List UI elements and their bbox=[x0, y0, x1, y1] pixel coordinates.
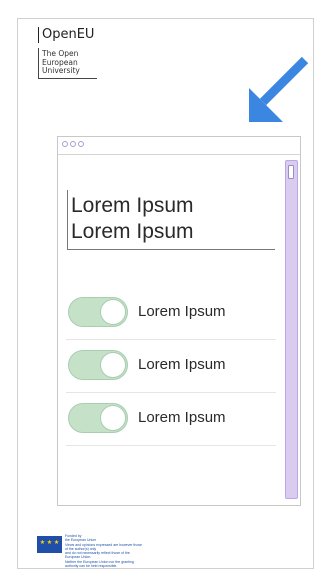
logo-name: OpenEU bbox=[38, 27, 97, 43]
toggle-knob bbox=[100, 405, 126, 431]
toggle-row: Lorem Ipsum bbox=[66, 398, 276, 446]
scrollbar[interactable] bbox=[285, 160, 298, 499]
logo-subtitle-line: University bbox=[42, 66, 80, 75]
funding-line: Neither the European Union nor the grant… bbox=[65, 559, 134, 569]
heading-box: Lorem Ipsum Lorem Ipsum bbox=[67, 190, 275, 250]
toggle-row: Lorem Ipsum bbox=[66, 292, 276, 340]
window-dot-icon[interactable] bbox=[78, 141, 84, 147]
funding-text: Funded by the European Union Views and o… bbox=[65, 534, 145, 568]
toggle-row: Lorem Ipsum bbox=[66, 345, 276, 393]
toggle-knob bbox=[100, 299, 126, 325]
toggle-switch[interactable] bbox=[68, 297, 128, 327]
scrollbar-thumb[interactable] bbox=[288, 165, 294, 179]
funding-line: and do not necessarily reflect those of … bbox=[65, 551, 130, 560]
toggle-label: Lorem Ipsum bbox=[138, 356, 226, 373]
toggle-label: Lorem Ipsum bbox=[138, 303, 226, 320]
heading-line: Lorem Ipsum bbox=[71, 194, 194, 217]
eu-flag-icon: ★ ★ ★ bbox=[37, 536, 62, 553]
toggle-knob bbox=[100, 352, 126, 378]
toggle-switch[interactable] bbox=[68, 403, 128, 433]
heading-line: Lorem Ipsum bbox=[71, 220, 194, 243]
window-titlebar bbox=[58, 137, 300, 155]
arrow-down-left-icon bbox=[249, 56, 309, 122]
toggle-label: Lorem Ipsum bbox=[138, 409, 226, 426]
toggle-switch[interactable] bbox=[68, 350, 128, 380]
logo-subtitle: The Open European University bbox=[38, 48, 97, 79]
window-dot-icon[interactable] bbox=[62, 141, 68, 147]
app-window: Lorem Ipsum Lorem Ipsum Lorem Ipsum Lore… bbox=[57, 136, 301, 506]
funding-line: Views and opinions expressed are however… bbox=[65, 542, 142, 551]
eu-funding-notice: ★ ★ ★ Funded by the European Union Views… bbox=[37, 534, 147, 568]
openeu-logo: OpenEU The Open European University bbox=[38, 27, 97, 79]
window-dot-icon[interactable] bbox=[70, 141, 76, 147]
